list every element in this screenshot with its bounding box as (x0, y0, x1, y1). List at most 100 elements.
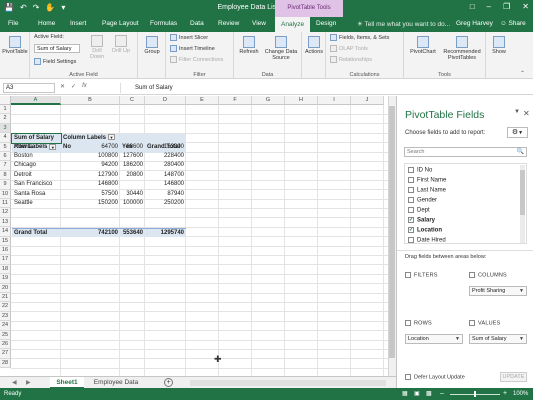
show-button[interactable]: Show (488, 36, 510, 55)
collapse-ribbon-icon[interactable]: ⌃ (520, 70, 525, 77)
row-header[interactable]: 24 (0, 321, 11, 331)
row-header[interactable]: 18 (0, 264, 11, 275)
pivot-cell-total[interactable]: 153300 (145, 143, 186, 152)
tab-data[interactable]: Data (190, 20, 204, 27)
field-item[interactable]: Date Hired (408, 237, 446, 244)
row-header[interactable]: 13 (0, 217, 11, 228)
pivot-row-label[interactable]: Chicago (12, 161, 61, 170)
pivot-cell-yes[interactable]: 88600 (120, 143, 145, 152)
row-header[interactable]: 16 (0, 246, 11, 256)
field-item[interactable]: First Name (408, 177, 446, 184)
select-all-corner[interactable] (0, 96, 11, 105)
pivot-cell-no[interactable]: 146800 (61, 180, 120, 189)
prev-sheet-icon[interactable]: ◀ (12, 379, 17, 386)
checkbox-icon[interactable] (408, 167, 414, 173)
pivot-cell-no[interactable]: 64700 (61, 143, 120, 152)
horizontal-scrollbar[interactable] (190, 380, 386, 386)
filters-area[interactable]: FILTERS (405, 272, 467, 327)
columns-field-pill[interactable]: Profit Sharing ▼ (469, 286, 527, 296)
checkbox-icon[interactable] (408, 177, 414, 183)
pivot-cell-no[interactable]: 150200 (61, 199, 120, 208)
columns-field-dropdown-icon[interactable]: ▼ (519, 287, 524, 296)
pivot-row-label[interactable]: Detroit (12, 171, 61, 180)
drill-down-button[interactable]: Drill Down (86, 35, 108, 60)
row-header[interactable]: 21 (0, 293, 11, 303)
rows-field-pill[interactable]: Location ▼ (405, 334, 463, 344)
row-header[interactable]: 7 (0, 161, 11, 171)
grand-total-total[interactable]: 1295740 (145, 228, 186, 238)
pivot-cell-total[interactable]: 280400 (145, 161, 186, 170)
row-header[interactable]: 27 (0, 349, 11, 359)
values-field-dropdown-icon[interactable]: ▼ (519, 335, 524, 344)
pivotchart-button[interactable]: PivotChart (406, 36, 440, 55)
pivot-cell-total[interactable]: 250200 (145, 199, 186, 208)
insert-slicer-button[interactable]: Insert Slicer (170, 34, 208, 41)
pivot-cell-yes[interactable]: 20800 (120, 171, 145, 180)
share-button[interactable]: ☺ Share (500, 20, 526, 27)
column-header[interactable]: I (318, 96, 351, 105)
row-header[interactable]: 28 (0, 358, 11, 369)
values-area[interactable]: VALUES Sum of Salary ▼ (469, 320, 531, 375)
row-header[interactable]: 12 (0, 208, 11, 218)
enter-icon[interactable]: ✓ (71, 83, 76, 90)
row-header[interactable]: 22 (0, 302, 11, 312)
row-header[interactable]: 5 (0, 142, 11, 152)
fields-items-sets-button[interactable]: Fields, Items, & Sets (330, 34, 389, 41)
values-field-pill[interactable]: Sum of Salary ▼ (469, 334, 527, 344)
page-layout-view-icon[interactable]: ▣ (414, 390, 420, 397)
pivot-cell-yes[interactable]: 30440 (120, 190, 145, 199)
column-header[interactable]: G (252, 96, 285, 105)
row-header[interactable]: 17 (0, 255, 11, 265)
pivot-cell-total[interactable]: 146800 (145, 180, 186, 189)
zoom-out-icon[interactable]: – (440, 390, 444, 397)
grand-total-yes[interactable]: 553640 (120, 228, 145, 238)
row-header[interactable]: 26 (0, 340, 11, 350)
user-name[interactable]: Greg Harvey (456, 20, 493, 27)
tab-analyze[interactable]: Analyze (275, 17, 311, 32)
pivot-row-label[interactable]: Santa Rosa (12, 190, 61, 199)
tab-view[interactable]: View (252, 20, 266, 27)
ribbon-display-icon[interactable]: □ (470, 2, 475, 11)
insert-timeline-button[interactable]: Insert Timeline (170, 45, 215, 52)
drill-up-button[interactable]: Drill Up (110, 35, 132, 54)
row-header[interactable]: 8 (0, 170, 11, 181)
cancel-icon[interactable]: ✕ (60, 83, 65, 90)
worksheet-grid[interactable]: ABCDEFGHIJ 1 2 3 4 5 6 7 8 9 10 11 12 13 14 15 16 17 18 19… (0, 96, 388, 376)
insert-function-icon[interactable]: fx (82, 83, 87, 90)
pivot-cell-total[interactable]: 87940 (145, 190, 186, 199)
add-sheet-icon[interactable]: + (164, 378, 173, 387)
grand-total-label[interactable]: Grand Total (12, 228, 61, 238)
column-header[interactable]: J (351, 96, 384, 105)
columns-area[interactable]: COLUMNS Profit Sharing ▼ (469, 272, 531, 327)
field-item[interactable]: ID No (408, 167, 432, 174)
zoom-level[interactable]: 100% (513, 391, 528, 397)
rows-field-dropdown-icon[interactable]: ▼ (455, 335, 460, 344)
pane-options-icon[interactable]: ▼ (514, 109, 520, 115)
row-header[interactable]: 19 (0, 274, 11, 284)
column-header[interactable]: C (120, 96, 145, 105)
column-header[interactable]: F (219, 96, 252, 105)
checked-checkbox-icon[interactable]: ✓ (408, 227, 414, 233)
active-field-input[interactable]: Sum of Salary (34, 44, 80, 53)
column-header[interactable]: B (61, 96, 120, 105)
field-search-input[interactable]: Search 🔍 (404, 147, 527, 157)
tab-page-layout[interactable]: Page Layout (102, 20, 139, 27)
pivot-cell-yes[interactable]: 127600 (120, 152, 145, 161)
tab-insert[interactable]: Insert (70, 20, 86, 27)
refresh-button[interactable]: Refresh (237, 36, 261, 55)
pivottable-button[interactable]: PivotTable (2, 36, 28, 55)
row-header[interactable]: 2 (0, 114, 11, 124)
field-item[interactable]: Gender (408, 197, 437, 204)
pivot-row-label[interactable]: Seattle (12, 199, 61, 208)
field-list-scroll-thumb[interactable] (520, 170, 525, 215)
defer-layout-checkbox[interactable]: Defer Layout Update (405, 374, 465, 380)
pivot-cell-total[interactable]: 228400 (145, 152, 186, 161)
tab-design[interactable]: Design (316, 20, 336, 27)
tab-home[interactable]: Home (38, 20, 55, 27)
zoom-slider-thumb[interactable] (474, 391, 476, 397)
tools-gear-button[interactable]: ⚙▼ (507, 127, 528, 138)
checkbox-icon[interactable] (408, 187, 414, 193)
checkbox-icon[interactable] (408, 197, 414, 203)
field-item[interactable]: ✓ Location (408, 227, 442, 234)
olap-tools-button[interactable]: OLAP Tools (330, 45, 368, 52)
